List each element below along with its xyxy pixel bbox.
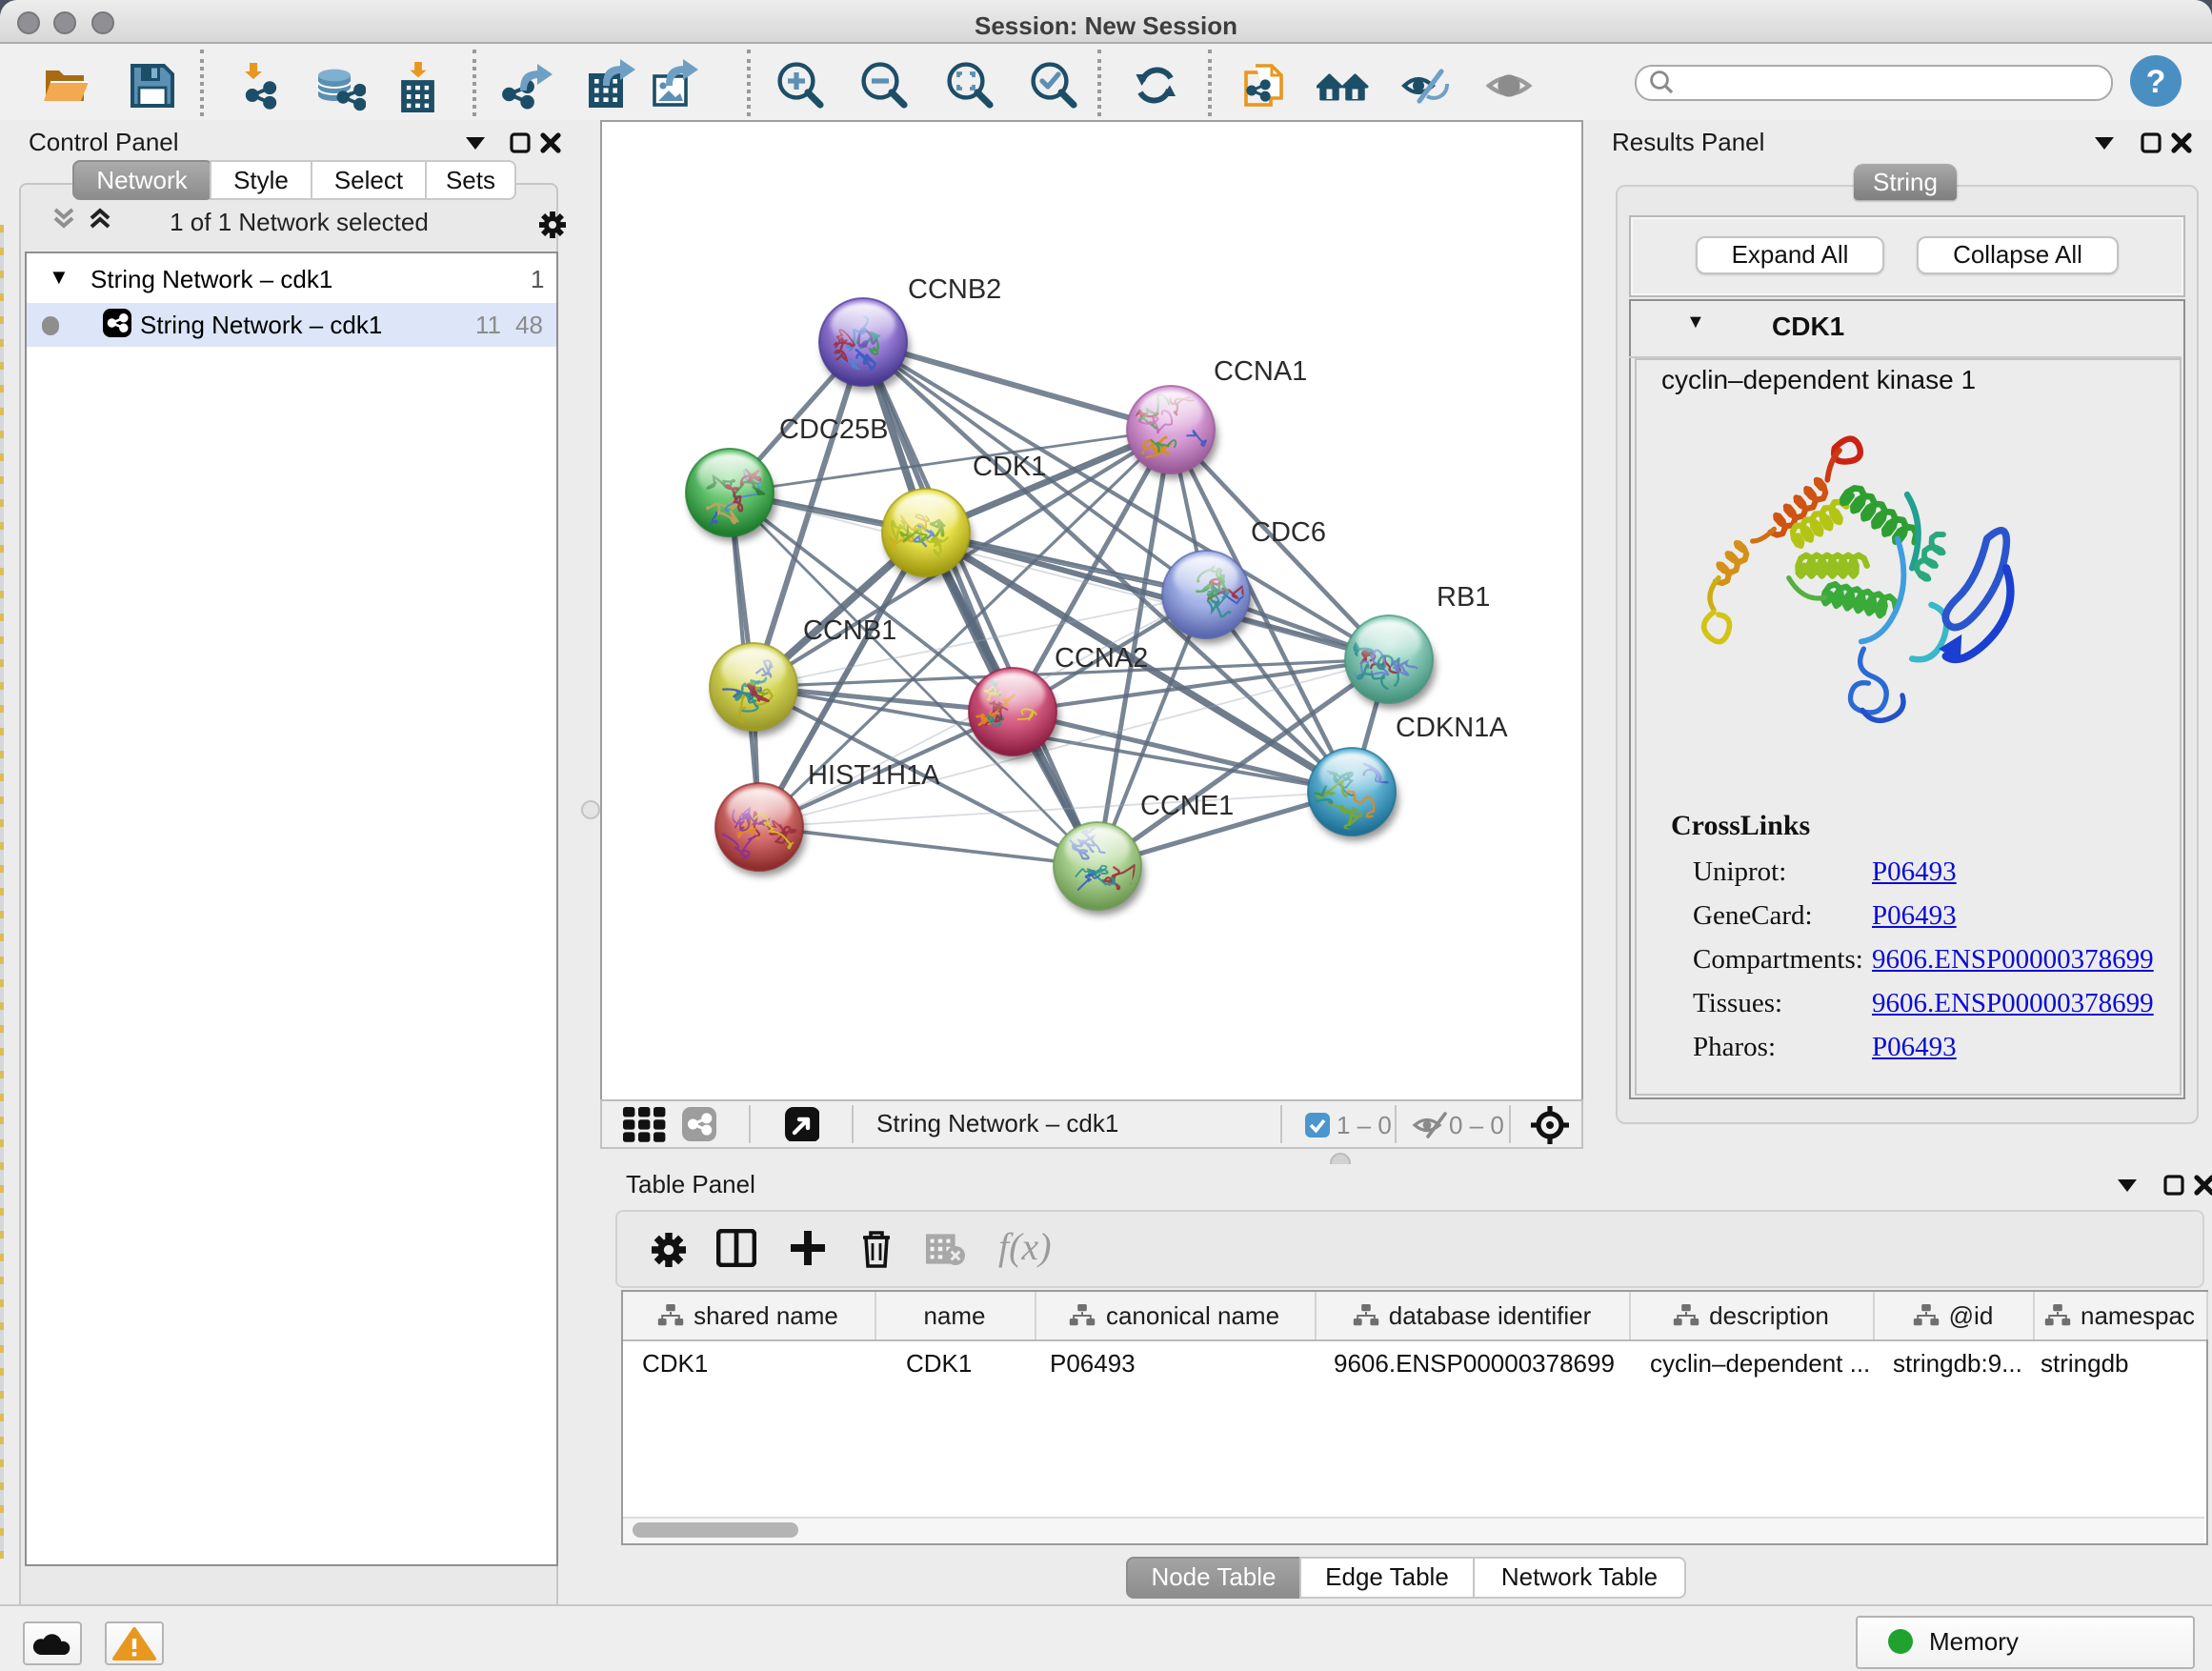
svg-text:?: ? [2146, 64, 2166, 100]
svg-text:CCNE1: CCNE1 [1139, 790, 1233, 820]
svg-text:CDC25B: CDC25B [778, 413, 887, 444]
svg-text:CCNA1: CCNA1 [1213, 355, 1306, 386]
svg-text:RB1: RB1 [1436, 581, 1489, 612]
svg-text:CCNA2: CCNA2 [1054, 642, 1147, 673]
svg-text:CCNB1: CCNB1 [802, 614, 895, 645]
svg-text:CDK1: CDK1 [972, 451, 1045, 481]
svg-text:CDC6: CDC6 [1250, 516, 1325, 547]
svg-text:CCNB2: CCNB2 [907, 273, 1000, 304]
svg-text:HIST1H1A: HIST1H1A [807, 759, 939, 790]
svg-text:CDKN1A: CDKN1A [1395, 712, 1507, 742]
svg-text:f(x): f(x) [997, 1225, 1051, 1268]
